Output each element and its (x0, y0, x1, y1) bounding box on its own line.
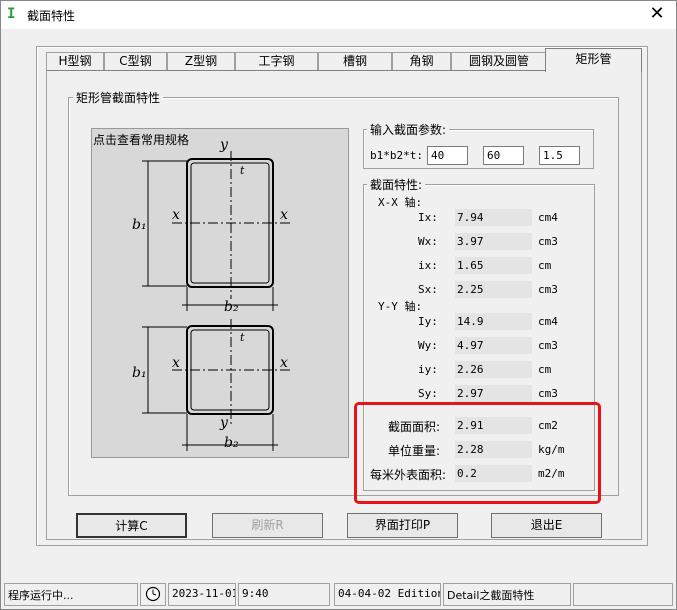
area-label: 截面面积: (388, 420, 441, 434)
rx-unit: cm (538, 259, 552, 272)
wx-label: Wx: (418, 235, 438, 248)
figure-x-label-right: x (280, 207, 288, 223)
weight-unit: kg/m (538, 443, 565, 456)
ix-value: 7.94 (455, 209, 532, 226)
clock-icon (145, 586, 161, 602)
surface-area-unit: m2/m (538, 467, 565, 480)
status-edition: 04-04-02 Edition (334, 583, 441, 606)
refresh-button[interactable]: 刷新R (212, 513, 323, 538)
surface-area-value: 0.2 (455, 465, 532, 482)
tab-channel[interactable]: 槽钢 (318, 52, 392, 70)
window-title: 截面特性 (27, 9, 76, 23)
sx-unit: cm3 (538, 283, 558, 296)
status-clock-cell (140, 583, 166, 606)
sy-value: 2.97 (455, 385, 532, 402)
wy-value: 4.97 (455, 337, 532, 354)
sx-value: 2.25 (455, 281, 532, 298)
app-icon: I (7, 6, 16, 22)
figure-b1-label-bottom: b₁ (132, 365, 147, 381)
rx-label: ix: (418, 259, 438, 272)
tab-c-steel[interactable]: C型钢 (104, 52, 167, 70)
title-bar: I 截面特性 ✕ (1, 1, 676, 29)
figure-y-label-bottom: y (219, 415, 229, 431)
iy-label: Iy: (418, 315, 438, 328)
status-detail: Detail之截面特性 (443, 583, 571, 606)
tab-round[interactable]: 圆钢及圆管 (451, 52, 547, 70)
ix-label: Ix: (418, 211, 438, 224)
tab-z-steel[interactable]: Z型钢 (167, 52, 235, 70)
weight-value: 2.28 (455, 441, 532, 458)
print-button[interactable]: 界面打印P (347, 513, 458, 538)
wy-unit: cm3 (538, 339, 558, 352)
sy-unit: cm3 (538, 387, 558, 400)
calc-button[interactable]: 计算C (76, 513, 187, 538)
tab-h-steel[interactable]: H型钢 (46, 52, 104, 70)
rect-tube-drawing: y x x b₁ b₂ t x x b₁ y b₂ t (132, 137, 292, 451)
tab-angle[interactable]: 角钢 (392, 52, 451, 70)
figure-x-label-left: x (172, 207, 180, 223)
t-input[interactable] (539, 146, 580, 165)
sy-label: Sy: (418, 387, 438, 400)
input-group-title: 输入截面参数: (367, 121, 450, 138)
tab-i-beam[interactable]: 工字钢 (235, 52, 318, 70)
exit-button[interactable]: 退出E (491, 513, 602, 538)
status-empty (573, 583, 673, 606)
props-group-title: 截面特性: (367, 176, 426, 193)
figure-y-label-top: y (219, 137, 229, 153)
area-unit: cm2 (538, 419, 558, 432)
ix-unit: cm4 (538, 211, 558, 224)
ry-label: iy: (418, 363, 438, 376)
figure-t-label-bottom: t (240, 331, 245, 344)
xx-axis-label: X-X 轴: (378, 196, 423, 209)
b1-input[interactable] (427, 146, 468, 165)
tab-rect-tube[interactable]: 矩形管 (545, 48, 642, 72)
status-date: 2023-11-01 (168, 583, 236, 606)
rx-value: 1.65 (455, 257, 532, 274)
figure-b2-label-top: b₂ (224, 299, 239, 315)
figure-t-label-top: t (240, 164, 245, 177)
figure-b1-label-top: b₁ (132, 217, 147, 233)
b2-input[interactable] (483, 146, 524, 165)
weight-label: 单位重量: (388, 444, 441, 458)
surface-area-label: 每米外表面积: (370, 468, 447, 482)
ry-value: 2.26 (455, 361, 532, 378)
iy-unit: cm4 (538, 315, 558, 328)
close-button[interactable]: ✕ (646, 3, 668, 25)
wy-label: Wy: (418, 339, 438, 352)
iy-value: 14.9 (455, 313, 532, 330)
section-group-title: 矩形管截面特性 (73, 89, 164, 106)
status-time: 9:40 (238, 583, 330, 606)
figure-x-label-left-2: x (172, 355, 180, 371)
section-figure[interactable]: 点击查看常用规格 y x x b₁ b₂ t x x b₁ y b₂ t (91, 128, 349, 458)
area-value: 2.91 (455, 417, 532, 434)
status-running: 程序运行中... (4, 583, 138, 606)
input-b1b2t-label: b1*b2*t: (370, 149, 423, 162)
wx-unit: cm3 (538, 235, 558, 248)
wx-value: 3.97 (455, 233, 532, 250)
figure-b2-label-bottom: b₂ (224, 435, 239, 451)
yy-axis-label: Y-Y 轴: (378, 300, 423, 313)
sx-label: Sx: (418, 283, 438, 296)
figure-x-label-right-2: x (280, 355, 288, 371)
ry-unit: cm (538, 363, 552, 376)
